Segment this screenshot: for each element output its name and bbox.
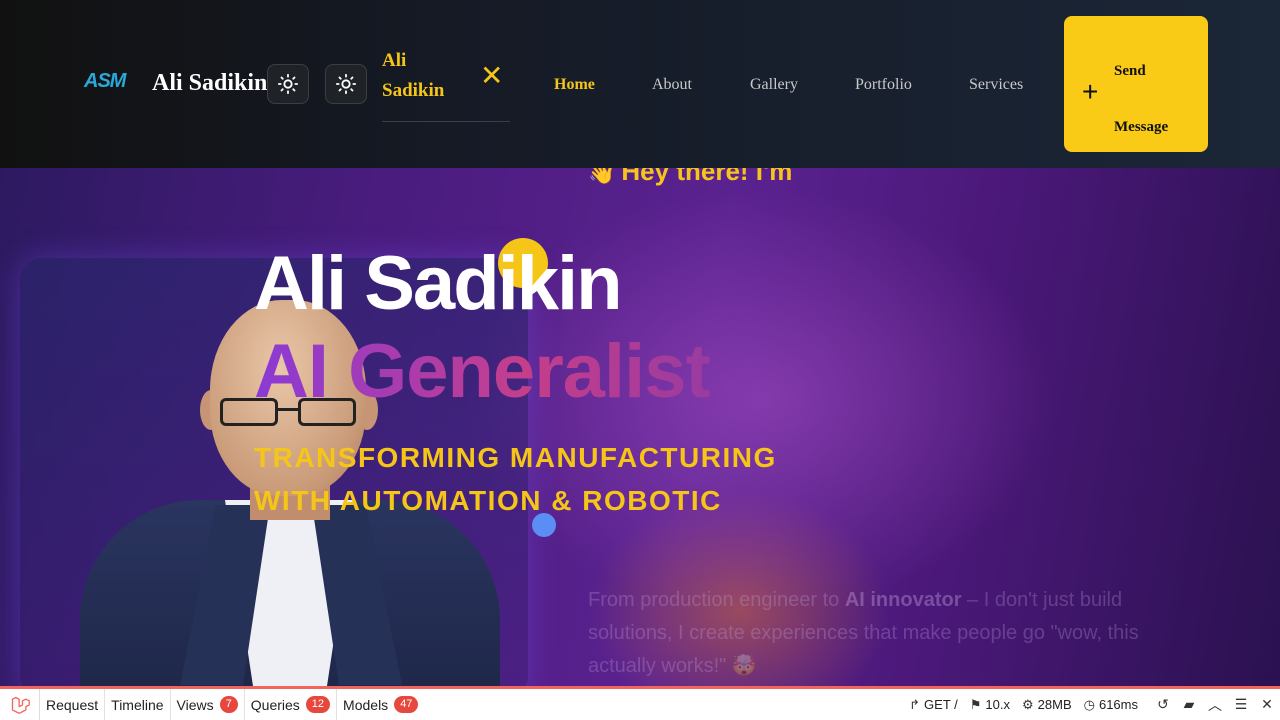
cta-label-line2: Message (1114, 119, 1169, 135)
logo[interactable]: ASM (84, 70, 126, 93)
settings-icon[interactable]: ☰ (1228, 696, 1254, 713)
debug-tab-timeline[interactable]: Timeline (105, 689, 171, 720)
hero-tagline: TRANSFORMING MANUFACTURING WITH AUTOMATI… (254, 442, 777, 516)
hero-description: From production engineer to AI innovator… (588, 589, 1139, 677)
debug-version: ⚑ 10.x (969, 696, 1010, 713)
hero-role: AI Generalist (254, 329, 711, 414)
debug-tab-views[interactable]: Views 7 (171, 689, 245, 720)
close-icon[interactable]: ✕ (1254, 696, 1280, 713)
count-badge: 7 (219, 696, 238, 713)
decorative-blue-circle (532, 513, 556, 537)
sun-icon (277, 73, 299, 95)
debug-tab-models[interactable]: Models 47 (337, 689, 424, 720)
cogs-icon: ⚙ (1022, 696, 1034, 712)
debug-memory: ⚙ 28MB (1022, 696, 1072, 713)
laravel-logo-icon[interactable] (0, 689, 40, 720)
send-message-button[interactable]: + Send Message (1064, 16, 1208, 152)
navbar: ASM Ali Sadikin Ali Sadikin ✕ Home About… (0, 0, 1280, 168)
nav-link-gallery[interactable]: Gallery (750, 76, 798, 94)
plus-icon: + (1082, 76, 1099, 107)
count-badge: 47 (394, 696, 419, 713)
debug-tab-queries[interactable]: Queries 12 (245, 689, 338, 720)
count-badge: 12 (305, 696, 331, 713)
sun-icon (335, 73, 357, 95)
nav-link-portfolio[interactable]: Portfolio (855, 76, 912, 94)
brand-name[interactable]: Ali Sadikin (152, 70, 268, 97)
close-icon[interactable]: ✕ (480, 62, 503, 90)
folder-icon[interactable]: ▰ (1176, 696, 1202, 713)
clock-icon: ◷ (1083, 696, 1095, 712)
nav-link-services[interactable]: Services (969, 76, 1023, 94)
mobile-menu-title: Ali Sadikin (382, 50, 445, 101)
mobile-menu-header: Ali Sadikin ✕ (382, 46, 510, 122)
nav-link-about[interactable]: About (652, 76, 692, 94)
debug-tab-request[interactable]: Request (40, 689, 106, 720)
debug-time: ◷ 616ms (1083, 696, 1138, 713)
laravel-icon: ⚑ (969, 696, 982, 712)
mobile-theme-toggle-button[interactable] (325, 64, 367, 104)
nav-link-home[interactable]: Home (554, 76, 595, 94)
chevron-up-icon[interactable]: ︿ (1202, 695, 1228, 715)
debug-route[interactable]: ↱ GET / (909, 697, 958, 713)
debug-bar: Request Timeline Views 7 Queries 12 Models… (0, 686, 1280, 720)
hero-name: Ali Sadikin (254, 241, 623, 326)
history-icon[interactable]: ↺ (1150, 696, 1176, 713)
cta-label-line1: Send (1114, 63, 1146, 79)
share-icon: ↱ (909, 696, 921, 712)
theme-toggle-button[interactable] (267, 64, 309, 104)
